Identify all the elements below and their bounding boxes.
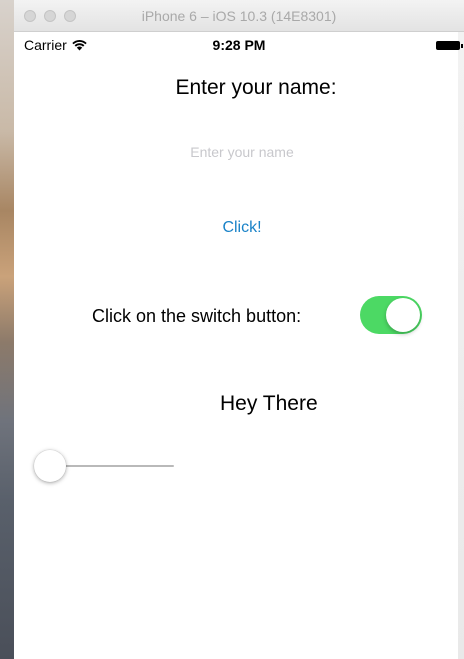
switch-label: Click on the switch button: xyxy=(92,306,302,326)
desktop-background xyxy=(0,0,14,659)
ios-status-bar: Carrier 9:28 PM xyxy=(14,32,464,56)
battery-icon xyxy=(436,41,463,50)
greeting-label: Hey There xyxy=(220,392,318,415)
window-title: iPhone 6 – iOS 10.3 (14E8301) xyxy=(141,8,337,24)
status-time: 9:28 PM xyxy=(212,37,266,53)
simulator-titlebar: iPhone 6 – iOS 10.3 (14E8301) xyxy=(14,0,464,32)
value-slider[interactable] xyxy=(34,450,174,482)
toggle-switch[interactable] xyxy=(360,296,422,334)
switch-knob xyxy=(386,298,420,332)
app-screen: Enter your name: Click! Click on the swi… xyxy=(14,56,458,659)
slider-thumb[interactable] xyxy=(34,450,66,482)
click-button[interactable]: Click! xyxy=(204,214,280,242)
name-prompt-heading: Enter your name: xyxy=(175,76,337,99)
name-input[interactable] xyxy=(114,138,370,166)
window-edge xyxy=(458,30,464,659)
